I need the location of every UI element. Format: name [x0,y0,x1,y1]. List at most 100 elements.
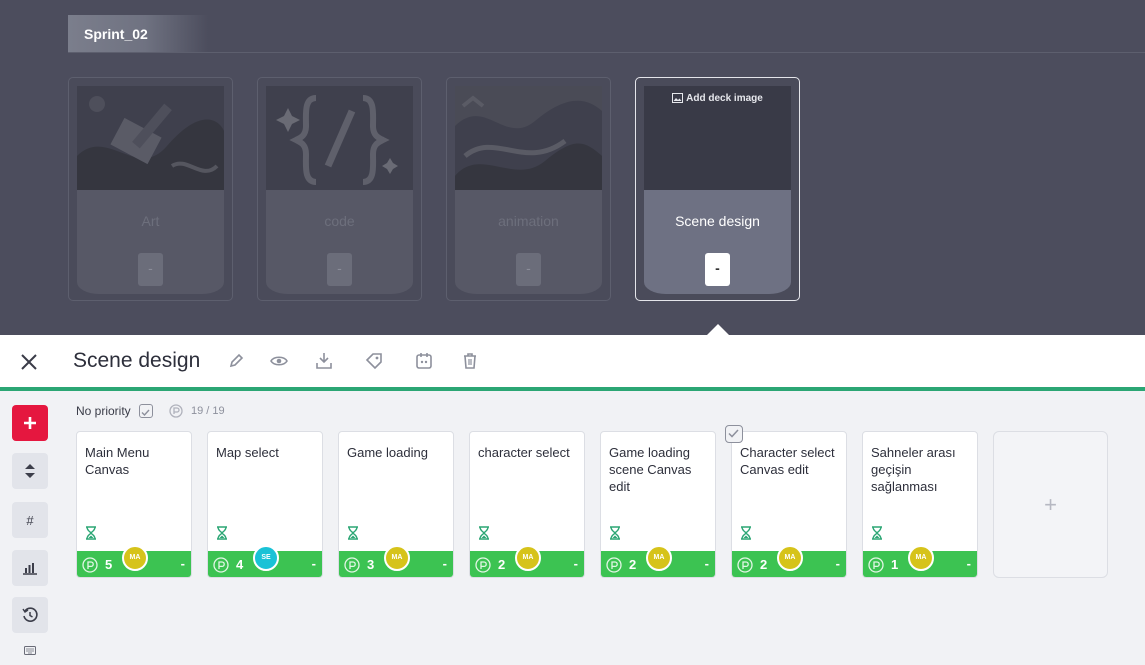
card-footer: 1 MA - [863,545,977,577]
deck-name: code [324,213,355,229]
deck-name: Art [141,213,160,229]
hourglass-icon [479,526,489,540]
sort-button[interactable] [12,453,48,489]
card-footer: 2 MA - [601,545,715,577]
check-icon [728,429,739,438]
deck-minus-button[interactable]: - [705,253,730,286]
eye-icon[interactable] [269,351,289,371]
divider [68,52,1145,53]
avatar[interactable]: SE [253,545,279,571]
hourglass-icon [872,526,882,540]
card-title: character select [478,445,570,460]
deck-art[interactable]: Art - [68,77,233,301]
card-points: 3 [367,557,375,572]
task-card[interactable]: Sahneler arası geçişin sağlanması 1 MA - [862,431,978,578]
hourglass-icon [610,526,620,540]
add-button[interactable] [12,405,48,441]
card-minus-button[interactable]: - [967,556,971,571]
card-points: 2 [629,557,637,572]
card-minus-button[interactable]: - [705,556,709,571]
deck-scene-design[interactable]: Add deck image Scene design - [635,77,800,301]
check-icon [141,409,150,417]
deck-animation-illustration [455,86,602,199]
card-minus-button[interactable]: - [312,556,316,571]
hourglass-icon [741,526,751,540]
story-points-icon [169,404,183,418]
active-deck-pointer [707,324,729,335]
chart-button[interactable] [12,550,48,586]
card-minus-button[interactable]: - [836,556,840,571]
add-card-button[interactable]: + [993,431,1108,578]
priority-filter-label: No priority [76,404,131,418]
card-title: Character select Canvas edit [740,445,835,477]
task-card[interactable]: Main Menu Canvas 5 MA - [76,431,192,578]
close-icon[interactable] [18,351,40,373]
story-points-icon [606,557,622,573]
avatar[interactable]: MA [122,545,148,571]
header-accent-line [0,387,1145,391]
avatar[interactable]: MA [515,545,541,571]
hourglass-icon [86,526,96,540]
card-title: Main Menu Canvas [85,445,150,477]
card-select-checkbox[interactable] [725,425,743,443]
tags-icon[interactable] [364,351,384,371]
deck-minus-button[interactable]: - [327,253,352,286]
task-card[interactable]: Game loading 3 MA - [338,431,454,578]
deck-animation[interactable]: animation - [446,77,611,301]
history-button[interactable] [12,597,48,633]
download-icon[interactable] [314,351,334,371]
story-points-icon [213,557,229,573]
avatar[interactable]: MA [777,545,803,571]
story-points-icon [82,557,98,573]
avatar[interactable]: MA [908,545,934,571]
story-points-icon [737,557,753,573]
edit-icon[interactable] [226,351,246,371]
card-title: Sahneler arası geçişin sağlanması [871,445,956,494]
card-points: 4 [236,557,244,572]
card-footer: 3 MA - [339,545,453,577]
deck-name: Scene design [675,213,760,229]
priority-checkbox[interactable] [139,404,153,418]
trash-icon[interactable] [460,351,480,371]
card-footer: 5 MA - [77,545,191,577]
card-title: Game loading scene Canvas edit [609,445,692,494]
avatar[interactable]: MA [646,545,672,571]
task-card[interactable]: Character select Canvas edit 2 MA - [731,431,847,578]
task-card[interactable]: character select 2 MA - [469,431,585,578]
deck-art-illustration [77,86,224,199]
task-card[interactable]: Game loading scene Canvas edit 2 MA - [600,431,716,578]
card-points: 1 [891,557,899,572]
card-minus-button[interactable]: - [574,556,578,571]
add-icon [24,417,36,429]
story-points-icon [475,557,491,573]
card-title: Map select [216,445,279,460]
card-minus-button[interactable]: - [181,556,185,571]
add-deck-image-button[interactable]: Add deck image [636,93,799,104]
chart-icon [23,563,37,575]
card-title: Game loading [347,445,428,460]
story-points-icon [344,557,360,573]
card-points: 5 [105,557,113,572]
deck-code[interactable]: code - [257,77,422,301]
avatar[interactable]: MA [384,545,410,571]
task-card[interactable]: Map select 4 SE - [207,431,323,578]
card-footer: 2 MA - [470,545,584,577]
calendar-bot-icon[interactable] [414,351,434,371]
hourglass-icon [217,526,227,540]
keyboard-icon[interactable] [24,646,36,655]
page-title: Scene design [73,349,201,372]
card-footer: 2 MA - [732,545,846,577]
sprint-tab[interactable]: Sprint_02 [68,15,208,53]
deck-minus-button[interactable]: - [138,253,163,286]
hash-icon: # [26,512,34,528]
image-icon [672,93,684,103]
deck-minus-button[interactable]: - [516,253,541,286]
sort-icon [25,464,35,478]
history-icon [22,607,38,622]
hash-button[interactable]: # [12,502,48,538]
story-points-icon [868,557,884,573]
deck-board: Sprint_02 Art - code - animation - Add d… [0,0,1145,335]
card-points: 2 [760,557,768,572]
hourglass-icon [348,526,358,540]
card-minus-button[interactable]: - [443,556,447,571]
